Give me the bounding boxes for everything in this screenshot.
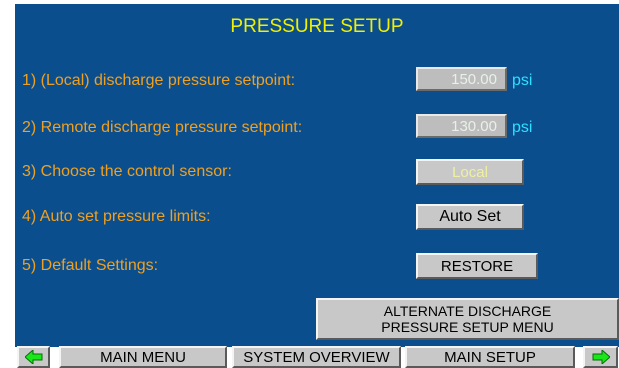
alternate-button-line1: ALTERNATE DISCHARGE	[383, 303, 552, 319]
main-setup-button[interactable]: MAIN SETUP	[405, 346, 575, 368]
alternate-discharge-setup-button[interactable]: ALTERNATE DISCHARGE PRESSURE SETUP MENU	[316, 298, 619, 340]
auto-set-label: 4) Auto set pressure limits:	[22, 208, 211, 225]
page-title: PRESSURE SETUP	[230, 16, 404, 37]
remote-setpoint-label: 2) Remote discharge pressure setpoint:	[22, 119, 303, 136]
remote-setpoint-unit: psi	[512, 119, 533, 136]
arrow-left-icon	[24, 350, 42, 364]
hmi-screen: PRESSURE SETUP 1) (Local) discharge pres…	[0, 0, 619, 368]
system-overview-button[interactable]: SYSTEM OVERVIEW	[232, 346, 401, 368]
restore-button[interactable]: RESTORE	[416, 253, 538, 279]
control-sensor-label: 3) Choose the control sensor:	[22, 163, 232, 180]
remote-setpoint-field[interactable]: 130.00	[416, 114, 507, 138]
previous-screen-button[interactable]	[17, 346, 50, 368]
local-setpoint-label: 1) (Local) discharge pressure setpoint:	[22, 72, 296, 89]
arrow-right-icon	[592, 350, 610, 364]
local-setpoint-unit: psi	[512, 72, 533, 89]
local-setpoint-field[interactable]: 150.00	[416, 67, 507, 91]
control-sensor-button[interactable]: Local	[416, 159, 524, 185]
auto-set-button[interactable]: Auto Set	[416, 204, 524, 230]
next-screen-button[interactable]	[583, 346, 618, 368]
alternate-button-line2: PRESSURE SETUP MENU	[381, 319, 554, 335]
main-menu-button[interactable]: MAIN MENU	[59, 346, 227, 368]
default-settings-label: 5) Default Settings:	[22, 257, 159, 274]
